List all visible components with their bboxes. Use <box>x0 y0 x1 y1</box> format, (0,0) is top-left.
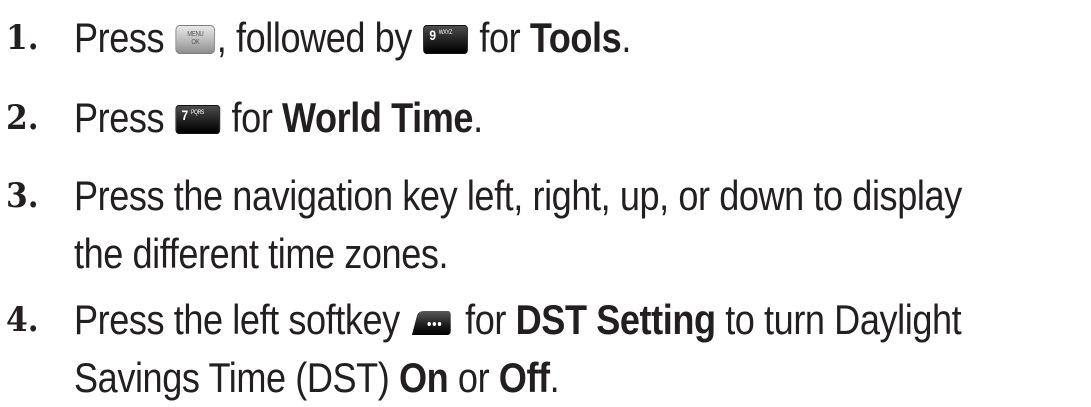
option-on: On <box>399 354 449 401</box>
step-text-line-2: Savings Time (DST) On or Off. <box>74 354 560 401</box>
menu-ok-key-icon: MENU OK <box>175 25 216 54</box>
7-pqrs-key-icon: 7 PQRS <box>175 105 221 134</box>
menu-name-tools: Tools <box>529 14 622 61</box>
step-text-line-2: the different time zones. <box>74 230 449 277</box>
step-text: Press MENU OK, followed by 9 WXYZ for Tool… <box>74 14 631 61</box>
step-number: 3. <box>6 176 39 216</box>
step-number: 1. <box>6 18 39 58</box>
option-off: Off <box>498 354 550 401</box>
step-number: 4. <box>6 300 39 340</box>
step-text-line-1: Press the left softkey for DST Setting to… <box>74 296 962 343</box>
step-text-line-1: Press the navigation key left, right, up… <box>74 172 962 219</box>
menu-name-world-time: World Time <box>282 94 474 141</box>
left-softkey-icon <box>408 309 451 337</box>
menu-name-dst-setting: DST Setting <box>515 296 716 343</box>
step-text: Press 7 PQRS for World Time. <box>74 94 483 141</box>
9-wxyz-key-icon: 9 WXYZ <box>423 25 469 54</box>
step-number: 2. <box>6 98 39 138</box>
